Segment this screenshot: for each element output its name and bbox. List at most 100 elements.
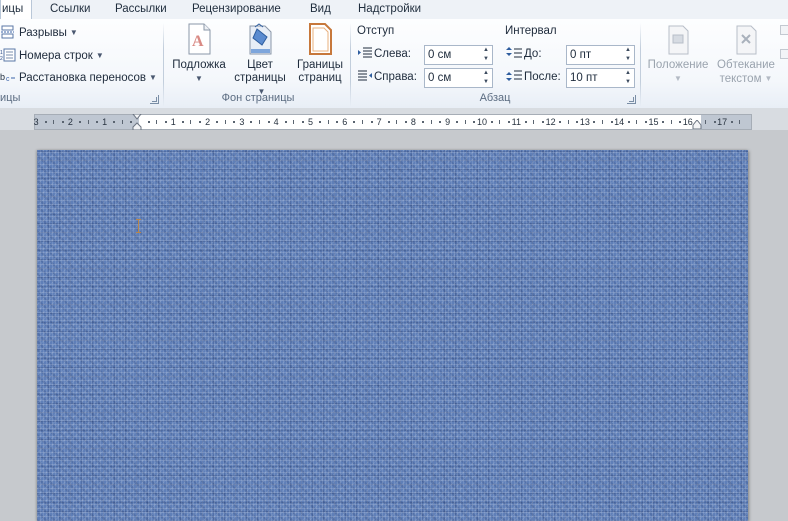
breaks-icon (0, 25, 16, 39)
send-backward-icon[interactable] (780, 49, 788, 59)
ruler-tick (421, 121, 424, 123)
ruler-tick (336, 121, 339, 123)
indent-left-spinner[interactable]: ▲▼ (424, 45, 493, 65)
watermark-icon: A (184, 23, 214, 55)
ruler-label: 17 (717, 117, 728, 127)
page-background-group-label: Фон страницы (221, 92, 295, 104)
page-borders-button[interactable]: Границы страниц (292, 23, 348, 85)
ruler-tick (353, 121, 356, 123)
indent-right-input[interactable] (425, 69, 476, 86)
tab-review[interactable]: Рецензирование (186, 0, 287, 19)
tab-references[interactable]: Ссылки (44, 0, 97, 19)
spacing-after-input[interactable] (567, 69, 618, 86)
page-color-button[interactable]: Цвет страницы▼ (229, 23, 291, 99)
ruler-tick (113, 121, 116, 123)
page-setup-group-label: ицы (0, 92, 21, 104)
chevron-down-icon: ▼ (95, 51, 104, 60)
ruler-tick (439, 121, 442, 123)
spin-down-icon[interactable]: ▼ (622, 78, 634, 87)
ruler-tick (576, 121, 579, 123)
text-cursor (136, 219, 141, 233)
tab-view[interactable]: Вид (304, 0, 337, 19)
chevron-down-icon: ▼ (674, 74, 682, 83)
position-button[interactable]: Положение ▼ (645, 23, 711, 86)
spacing-after-label: После: (506, 67, 561, 87)
group-divider (163, 23, 164, 107)
ruler-tick (96, 121, 99, 123)
chevron-down-icon: ▼ (195, 74, 203, 83)
spin-up-icon[interactable]: ▲ (622, 69, 634, 78)
ribbon: Разрывы ▼ 12 Номера строк ▼ bc Расстановка… (0, 19, 788, 109)
indent-section-title: Отступ (357, 25, 395, 37)
spin-up-icon[interactable]: ▲ (622, 46, 634, 55)
ruler-tick (713, 121, 716, 123)
right-indent-marker-icon[interactable] (692, 119, 702, 130)
chevron-down-icon: ▼ (69, 28, 78, 37)
spacing-before-label: До: (506, 44, 542, 64)
ruler-tick (216, 121, 219, 123)
ruler-tick (559, 121, 562, 123)
ruler-tick (524, 121, 527, 123)
ruler-tick (121, 120, 123, 124)
document-page[interactable] (37, 150, 748, 521)
tab-mailings[interactable]: Рассылки (109, 0, 173, 19)
ruler-tick (644, 121, 647, 123)
spin-down-icon[interactable]: ▼ (480, 55, 492, 64)
ruler-tick (44, 121, 47, 123)
bring-forward-icon[interactable] (780, 25, 788, 35)
ruler-label: 10 (476, 117, 488, 127)
hyphenation-button[interactable]: bc Расстановка переносов ▼ (0, 68, 157, 87)
spacing-after-spinner[interactable]: ▲▼ (566, 68, 635, 88)
ruler-tick (327, 120, 329, 124)
spin-down-icon[interactable]: ▼ (622, 55, 634, 64)
indent-left-input[interactable] (425, 46, 476, 63)
ruler-tick (499, 120, 501, 124)
line-numbers-icon: 12 (0, 48, 16, 62)
tab-page-layout[interactable]: ицы (0, 0, 32, 20)
ruler-tick (464, 120, 466, 124)
breaks-button[interactable]: Разрывы ▼ (0, 23, 78, 42)
paragraph-dialog-launcher[interactable] (627, 95, 636, 104)
ruler-tick (567, 120, 569, 124)
ruler-tick (156, 120, 158, 124)
ribbon-tab-strip: ицы Ссылки Рассылки Рецензирование Вид Н… (0, 0, 788, 20)
ruler-label: 14 (614, 117, 625, 127)
ruler-tick (61, 121, 64, 123)
page-borders-icon (305, 23, 335, 55)
ruler-tick (87, 120, 89, 124)
ruler-tick (542, 121, 545, 123)
ruler-tick (430, 120, 432, 124)
spin-up-icon[interactable]: ▲ (480, 69, 492, 78)
ruler-tick (396, 120, 398, 124)
ruler-tick (507, 121, 510, 123)
tab-addins[interactable]: Надстройки (352, 0, 427, 19)
ruler-tick (662, 121, 665, 123)
line-numbers-button[interactable]: 12 Номера строк ▼ (0, 46, 104, 65)
indent-right-spinner[interactable]: ▲▼ (424, 68, 493, 88)
ruler-tick (627, 121, 630, 123)
spacing-before-input[interactable] (567, 46, 618, 63)
indent-left-icon (358, 46, 374, 66)
svg-text:b: b (0, 72, 5, 82)
spin-up-icon[interactable]: ▲ (480, 46, 492, 55)
spacing-before-spinner[interactable]: ▲▼ (566, 45, 635, 65)
ruler-tick (739, 120, 741, 124)
indent-marker-icon[interactable] (131, 113, 143, 131)
ruler-tick (730, 121, 733, 123)
ruler-tick (284, 121, 287, 123)
page-setup-dialog-launcher[interactable] (150, 95, 159, 104)
ruler-label: 13 (579, 117, 590, 127)
watermark-button[interactable]: A Подложка ▼ (168, 23, 230, 86)
wrap-text-button[interactable]: Обтекание текстом ▼ (714, 23, 778, 86)
ruler-tick (679, 121, 682, 123)
ruler-label: 6 (342, 117, 348, 127)
ruler-tick (456, 121, 459, 123)
ruler-tick (78, 121, 81, 123)
indent-left-label: Слева: (358, 44, 411, 64)
ruler-label: 1 (102, 117, 108, 127)
ruler-label: 4 (273, 117, 279, 127)
ruler-tick (224, 120, 226, 124)
ruler-label: 2 (205, 117, 211, 127)
spin-down-icon[interactable]: ▼ (480, 78, 492, 87)
ruler-tick (593, 121, 596, 123)
